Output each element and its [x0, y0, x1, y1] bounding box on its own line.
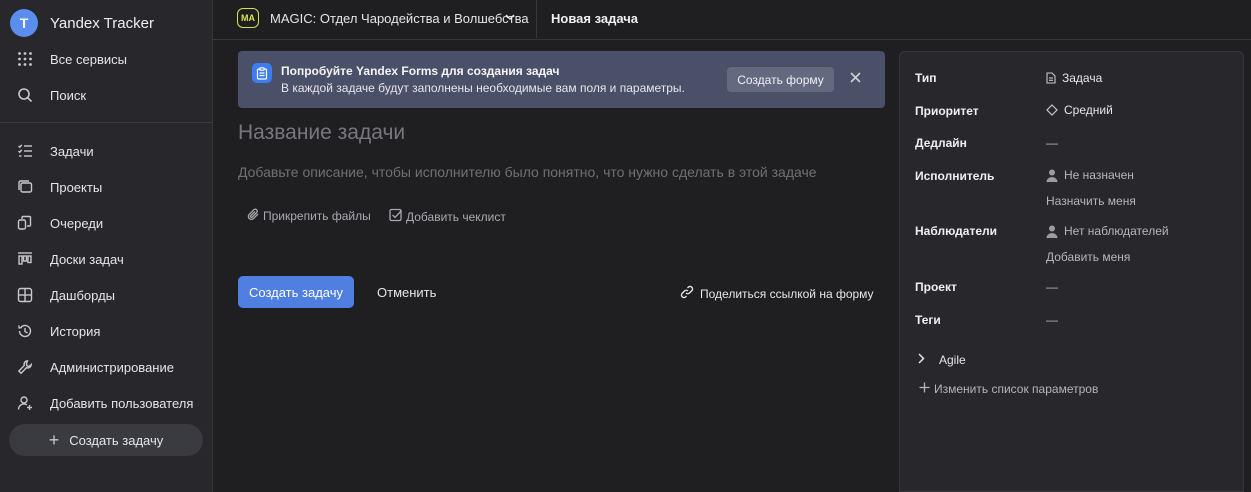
queue-selector[interactable]: MAGIC: Отдел Чародейства и Волшебства	[270, 11, 529, 26]
task-description-input[interactable]: Добавьте описание, чтобы исполнителю был…	[238, 164, 817, 180]
clipboard-icon	[252, 63, 272, 83]
app-name: Yandex Tracker	[50, 14, 154, 32]
person-icon	[1046, 169, 1058, 182]
sidebar-divider	[0, 122, 212, 123]
sidebar-item-label: Все сервисы	[50, 51, 127, 67]
page-title: Новая задача	[551, 11, 639, 26]
assignee-label: Исполнитель	[915, 169, 995, 183]
add-user-icon	[10, 395, 40, 411]
project-label: Проект	[915, 280, 957, 294]
sidebar-item-add-user[interactable]: Добавить пользователя	[10, 388, 205, 418]
add-checklist-button[interactable]: Добавить чеклист	[389, 208, 506, 225]
type-value: Задача	[1062, 71, 1103, 85]
create-task-button[interactable]: Создать задачу	[238, 276, 354, 308]
agile-label: Agile	[939, 353, 966, 367]
priority-value: Средний	[1064, 103, 1113, 117]
tasks-icon	[10, 143, 40, 159]
banner-text: В каждой задаче будут заполнены необходи…	[281, 81, 685, 95]
sidebar-item-search[interactable]: Поиск	[10, 80, 205, 110]
link-icon	[680, 285, 694, 302]
cancel-button[interactable]: Отменить	[377, 285, 436, 300]
brand[interactable]: T Yandex Tracker	[10, 9, 154, 37]
sidebar-item-label: Добавить пользователя	[50, 395, 194, 411]
history-icon	[10, 323, 40, 339]
sidebar-item-boards[interactable]: Доски задач	[10, 244, 205, 274]
diamond-icon	[1046, 104, 1058, 116]
assign-me-link[interactable]: Назначить меня	[1046, 194, 1136, 208]
projects-icon	[10, 179, 40, 195]
sidebar-item-projects[interactable]: Проекты	[10, 172, 205, 202]
sidebar-item-label: Дашборды	[50, 287, 115, 303]
banner-title: Попробуйте Yandex Forms для создания зад…	[281, 64, 560, 78]
attach-files-button[interactable]: Прикрепить файлы	[247, 208, 371, 224]
create-task-sidebar-button[interactable]: + Создать задачу	[9, 424, 203, 456]
add-me-link[interactable]: Добавить меня	[1046, 250, 1130, 264]
chevron-down-icon[interactable]	[504, 11, 516, 26]
plus-icon	[919, 382, 930, 396]
create-task-sidebar-label: Создать задачу	[69, 432, 164, 448]
sidebar-item-label: Администрирование	[50, 359, 174, 375]
topbar: MA MAGIC: Отдел Чародейства и Волшебства…	[213, 0, 1251, 40]
paperclip-icon	[247, 208, 260, 224]
boards-icon	[10, 251, 40, 267]
priority-field[interactable]: Средний	[1046, 103, 1113, 117]
sidebar-item-label: Доски задач	[50, 251, 124, 267]
tags-field[interactable]: —	[1046, 313, 1058, 327]
edit-parameters-label: Изменить список параметров	[934, 382, 1099, 396]
add-checklist-label: Добавить чеклист	[406, 209, 506, 224]
search-icon	[10, 87, 40, 103]
followers-label: Наблюдатели	[915, 224, 998, 238]
person-icon	[1046, 225, 1058, 238]
sidebar-item-label: Задачи	[50, 143, 94, 159]
sidebar-item-queues[interactable]: Очереди	[10, 208, 205, 238]
edit-parameters-button[interactable]: Изменить список параметров	[919, 382, 1098, 396]
project-field[interactable]: —	[1046, 280, 1058, 294]
assignee-value: Не назначен	[1064, 168, 1134, 182]
share-form-link-button[interactable]: Поделиться ссылкой на форму	[680, 285, 874, 302]
sidebar-item-dashboards[interactable]: Дашборды	[10, 280, 205, 310]
followers-field[interactable]: Нет наблюдателей	[1046, 224, 1169, 238]
sidebar-item-tasks[interactable]: Задачи	[10, 136, 205, 166]
sidebar-item-history[interactable]: История	[10, 316, 205, 346]
deadline-field[interactable]: —	[1046, 136, 1058, 150]
assignee-field[interactable]: Не назначен	[1046, 168, 1134, 182]
grid-icon	[10, 51, 40, 67]
agile-section-toggle[interactable]: Agile	[917, 353, 966, 367]
document-icon	[1046, 72, 1056, 84]
attach-files-label: Прикрепить файлы	[263, 209, 371, 223]
deadline-label: Дедлайн	[915, 136, 967, 150]
share-form-link-label: Поделиться ссылкой на форму	[700, 286, 874, 301]
sidebar: T Yandex Tracker Все сервисы Поиск Задач…	[0, 0, 213, 492]
tracker-logo-icon: T	[10, 9, 38, 37]
forms-promo-banner: Попробуйте Yandex Forms для создания зад…	[238, 51, 885, 108]
dashboards-icon	[10, 287, 40, 303]
plus-icon: +	[48, 430, 60, 450]
close-icon[interactable]	[850, 71, 861, 86]
type-field[interactable]: Задача	[1046, 71, 1102, 85]
sidebar-item-all-services[interactable]: Все сервисы	[10, 44, 205, 74]
type-label: Тип	[915, 71, 937, 85]
queue-badge: MA	[237, 8, 259, 28]
chevron-right-icon	[917, 353, 925, 367]
sidebar-item-label: История	[50, 323, 101, 339]
sidebar-item-label: Поиск	[50, 87, 87, 103]
topbar-divider	[536, 0, 537, 38]
task-title-input[interactable]: Название задачи	[238, 121, 405, 145]
sidebar-item-label: Проекты	[50, 179, 103, 195]
queues-icon	[10, 215, 40, 231]
priority-label: Приоритет	[915, 104, 979, 118]
admin-icon	[10, 359, 40, 375]
checkbox-icon	[389, 208, 403, 225]
followers-value: Нет наблюдателей	[1064, 224, 1169, 238]
tags-label: Теги	[915, 313, 941, 327]
create-form-button[interactable]: Создать форму	[727, 67, 834, 92]
sidebar-item-admin[interactable]: Администрирование	[10, 352, 205, 382]
sidebar-item-label: Очереди	[50, 215, 104, 231]
parameters-panel: Тип Задача Приоритет Средний Дедлайн — И…	[899, 51, 1244, 492]
